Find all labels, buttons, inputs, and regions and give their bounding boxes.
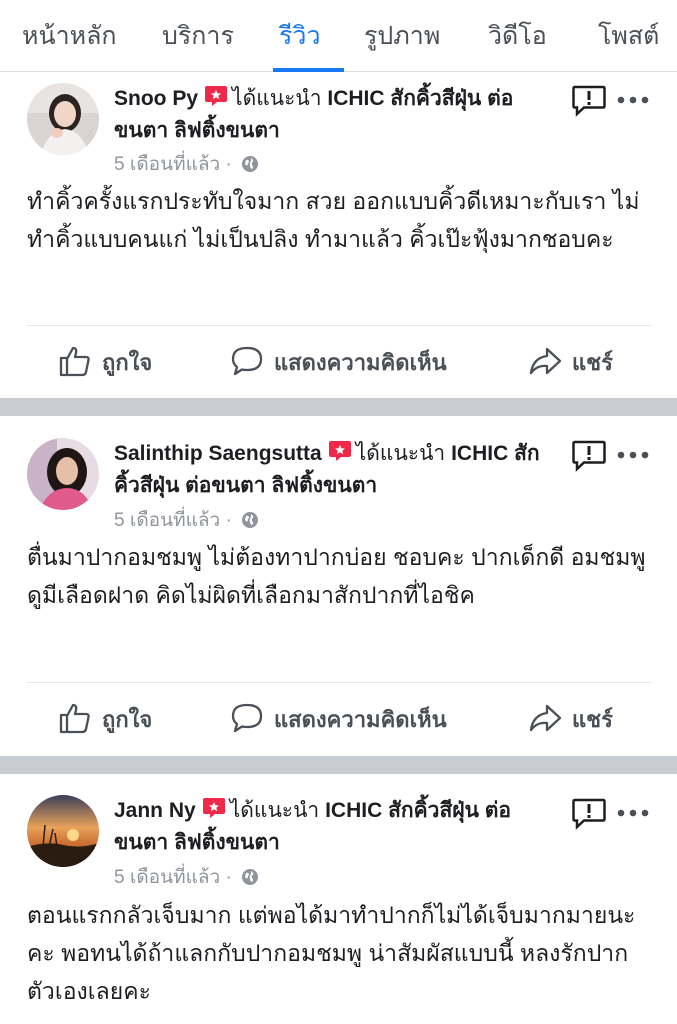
report-icon[interactable] xyxy=(572,440,606,472)
report-icon[interactable] xyxy=(572,798,606,830)
post-header: Snoo Py ได้แนะนำ ICHIC สักคิ้วสีฝุ่น ต่อข… xyxy=(114,83,554,147)
avatar[interactable] xyxy=(27,83,99,155)
post-meta: 5 เดือนที่แล้ว · xyxy=(114,505,259,535)
divider xyxy=(27,682,651,683)
more-icon[interactable] xyxy=(617,95,649,105)
post-header: Salinthip Saengsutta ได้แนะนำ ICHIC สักคิ… xyxy=(114,438,554,502)
recommend-icon xyxy=(328,441,351,461)
post-meta: 5 เดือนที่แล้ว · xyxy=(114,862,259,892)
recommend-icon xyxy=(202,798,225,818)
tab-posts[interactable]: โพสต์ xyxy=(598,16,659,56)
globe-icon xyxy=(242,869,259,885)
post-separator xyxy=(0,756,677,774)
author-name[interactable]: Jann Ny xyxy=(114,799,196,822)
recommend-icon xyxy=(205,86,228,106)
report-icon[interactable] xyxy=(572,85,606,117)
globe-icon xyxy=(242,512,259,528)
like-label: ถูกใจ xyxy=(102,350,153,375)
more-icon[interactable] xyxy=(617,808,649,818)
avatar[interactable] xyxy=(27,795,99,867)
post-text: ตอนแรกกลัวเจ็บมาก แต่พอได้มาทำปากก็ไม่ได… xyxy=(27,902,636,1004)
post-time[interactable]: 5 เดือนที่แล้ว · xyxy=(114,510,232,531)
tab-photos[interactable]: รูปภาพ xyxy=(364,16,440,56)
post-text: ทำคิ้วครั้งแรกประทับใจมาก สวย ออกแบบคิ้ว… xyxy=(27,188,640,252)
comment-label: แสดงความคิดเห็น xyxy=(274,707,447,732)
review-post: Snoo Py ได้แนะนำ ICHIC สักคิ้วสีฝุ่น ต่อข… xyxy=(0,73,677,398)
active-tab-indicator xyxy=(273,68,344,72)
post-text: ตื่นมาปากอมชมพู ไม่ต้องทาปากบ่อย ชอบคะ ป… xyxy=(27,544,646,608)
thumbs-up-icon xyxy=(59,346,90,377)
share-label: แชร์ xyxy=(572,707,613,732)
post-time[interactable]: 5 เดือนที่แล้ว · xyxy=(114,154,232,175)
more-icon[interactable] xyxy=(617,450,649,460)
tab-videos[interactable]: วิดีโอ xyxy=(488,16,547,56)
share-button[interactable]: แชร์ xyxy=(528,344,613,380)
comment-button[interactable]: แสดงความคิดเห็น xyxy=(230,701,447,737)
review-post: Jann Ny ได้แนะนำ ICHIC สักคิ้วสีฝุ่น ต่อข… xyxy=(0,774,677,1024)
thumbs-up-icon xyxy=(59,703,90,734)
globe-icon xyxy=(242,156,259,172)
post-time[interactable]: 5 เดือนที่แล้ว · xyxy=(114,867,232,888)
post-meta: 5 เดือนที่แล้ว · xyxy=(114,149,259,179)
like-button[interactable]: ถูกใจ xyxy=(58,344,152,380)
share-icon xyxy=(529,347,562,375)
post-separator xyxy=(0,398,677,416)
recommends-label: ได้แนะนำ xyxy=(232,87,322,110)
comment-button[interactable]: แสดงความคิดเห็น xyxy=(230,344,447,380)
share-label: แชร์ xyxy=(572,350,613,375)
avatar[interactable] xyxy=(27,438,99,510)
tab-services[interactable]: บริการ xyxy=(162,16,234,56)
review-post: Salinthip Saengsutta ได้แนะนำ ICHIC สักคิ… xyxy=(0,416,677,756)
like-label: ถูกใจ xyxy=(102,707,153,732)
divider xyxy=(27,325,651,326)
share-button[interactable]: แชร์ xyxy=(528,701,613,737)
like-button[interactable]: ถูกใจ xyxy=(58,701,152,737)
recommends-label: ได้แนะนำ xyxy=(229,799,320,822)
comment-icon xyxy=(231,346,263,376)
page-tab-bar: หน้าหลัก บริการ รีวิว รูปภาพ วิดีโอ โพสต… xyxy=(0,0,677,72)
comment-label: แสดงความคิดเห็น xyxy=(274,350,447,375)
share-icon xyxy=(529,704,562,732)
tab-reviews[interactable]: รีวิว xyxy=(279,16,321,56)
post-header: Jann Ny ได้แนะนำ ICHIC สักคิ้วสีฝุ่น ต่อข… xyxy=(114,795,554,859)
author-name[interactable]: Snoo Py xyxy=(114,87,198,110)
tab-home[interactable]: หน้าหลัก xyxy=(22,16,117,56)
recommends-label: ได้แนะนำ xyxy=(355,442,446,465)
comment-icon xyxy=(231,703,263,733)
author-name[interactable]: Salinthip Saengsutta xyxy=(114,442,322,465)
